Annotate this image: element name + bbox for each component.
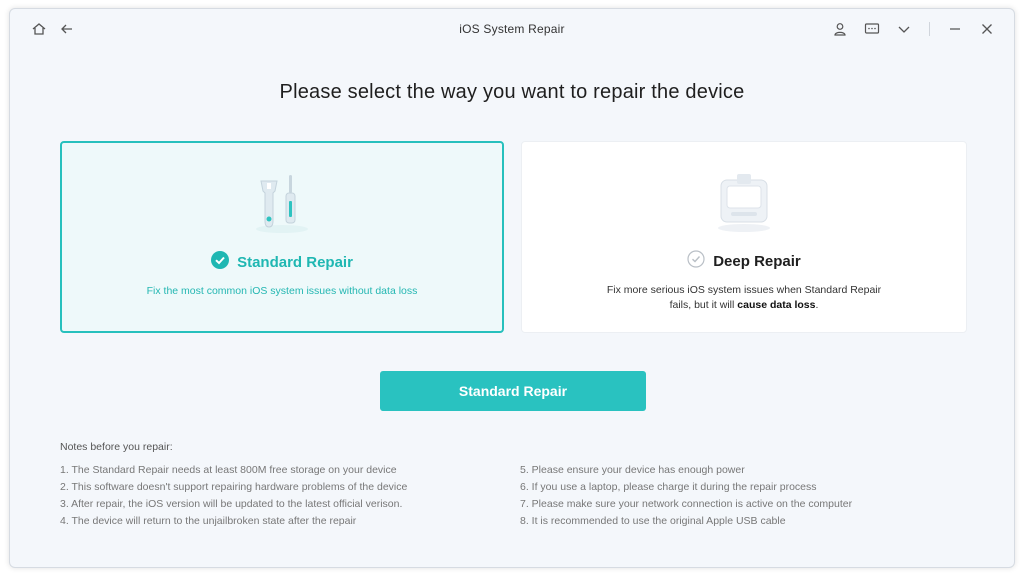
tools-icon xyxy=(247,171,317,235)
device-repair-icon xyxy=(709,170,779,234)
titlebar-divider xyxy=(929,22,930,36)
deep-repair-card[interactable]: Deep Repair Fix more serious iOS system … xyxy=(521,141,967,333)
page-heading: Please select the way you want to repair… xyxy=(279,81,745,103)
note-item: 4. The device will return to the unjailb… xyxy=(60,515,357,527)
note-item: 1. The Standard Repair needs at least 80… xyxy=(60,464,397,476)
standard-repair-title: Standard Repair xyxy=(237,254,353,271)
chevron-down-icon[interactable] xyxy=(895,20,913,38)
unselected-check-icon xyxy=(687,250,705,273)
selected-check-icon xyxy=(211,251,230,274)
back-arrow-icon[interactable] xyxy=(58,20,76,38)
window-title: iOS System Repair xyxy=(459,22,565,36)
standard-repair-card[interactable]: Standard Repair Fix the most common iOS … xyxy=(60,141,504,333)
home-icon[interactable] xyxy=(30,20,48,38)
notes-title: Notes before you repair: xyxy=(60,441,173,453)
note-item: 7. Please make sure your network connect… xyxy=(520,498,853,510)
minimize-icon[interactable] xyxy=(946,20,964,38)
titlebar-left-controls xyxy=(30,20,76,38)
data-loss-warning: cause data loss xyxy=(737,299,816,311)
notes-list-right: 5. Please ensure your device has enough … xyxy=(520,462,852,530)
user-icon[interactable] xyxy=(831,20,849,38)
note-item: 6. If you use a laptop, please charge it… xyxy=(520,481,817,493)
deep-repair-description: Fix more serious iOS system issues when … xyxy=(606,284,882,311)
deep-repair-title-row: Deep Repair xyxy=(687,250,801,273)
note-item: 5. Please ensure your device has enough … xyxy=(520,464,745,476)
close-icon[interactable] xyxy=(978,20,996,38)
note-item: 2. This software doesn't support repairi… xyxy=(60,481,408,493)
note-item: 8. It is recommended to use the original… xyxy=(520,515,786,527)
notes-list-left: 1. The Standard Repair needs at least 80… xyxy=(60,462,407,530)
deep-repair-title: Deep Repair xyxy=(713,253,801,270)
app-window: iOS System Repair Please select the way … xyxy=(9,8,1015,568)
feedback-icon[interactable] xyxy=(863,20,881,38)
standard-repair-button[interactable]: Standard Repair xyxy=(380,371,646,411)
standard-repair-title-row: Standard Repair xyxy=(211,251,353,274)
titlebar-right-controls xyxy=(831,20,996,38)
note-item: 3. After repair, the iOS version will be… xyxy=(60,498,403,510)
standard-repair-description: Fix the most common iOS system issues wi… xyxy=(146,285,418,297)
title-bar: iOS System Repair xyxy=(10,9,1014,49)
